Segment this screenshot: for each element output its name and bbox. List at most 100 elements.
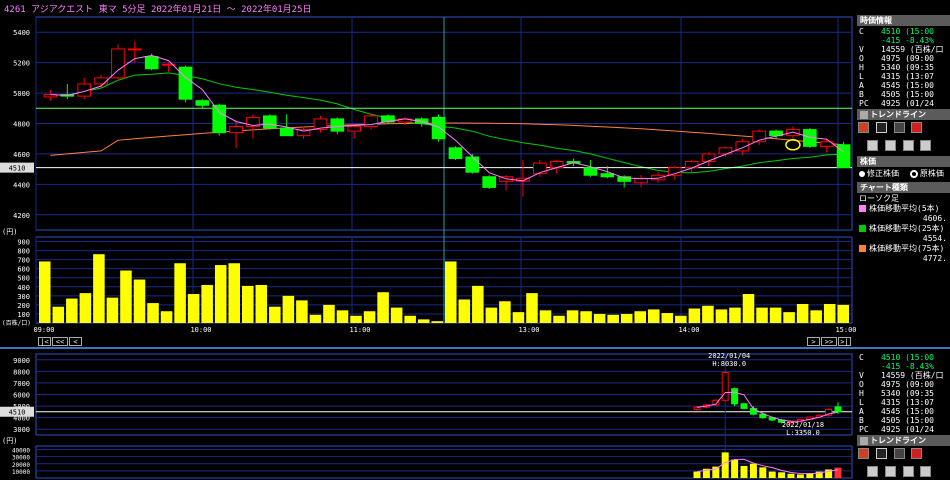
price-tick-label: 4400	[13, 181, 30, 189]
quote-value: 4505 (15:00	[881, 416, 934, 425]
lower-price-tick: 7000	[13, 380, 30, 388]
quote-row: C 4510 (15:00	[859, 353, 950, 362]
quote-row: L 4315 (13:07	[859, 398, 950, 407]
volume-bar	[417, 319, 430, 323]
lower-price-tick: 9000	[13, 357, 30, 365]
high-annotation-value: H:8030.0	[712, 360, 746, 368]
radio-adjusted-label[interactable]: 修正株価	[867, 169, 899, 178]
ma-item: 株価移動平均(75本)	[859, 244, 950, 254]
quote-value: 4510 (15:00	[881, 27, 934, 36]
quote-key: C	[859, 27, 864, 36]
nav-prev-button[interactable]: <	[69, 337, 82, 346]
volume-bar	[120, 270, 132, 323]
volume-bar	[66, 298, 78, 323]
price-tick-label: 5000	[13, 90, 30, 98]
volume-bar	[539, 310, 552, 323]
quote-value: 4505 (15:00	[881, 90, 934, 99]
volume-bar	[390, 307, 403, 323]
candle-body	[127, 48, 142, 51]
volume-tick-label: 600	[17, 266, 30, 274]
time-tick-label: 15:00	[835, 326, 856, 334]
volume-tick-label: 100	[17, 311, 30, 319]
volume-tick-label: 900	[17, 239, 30, 247]
volume-tick-label: 300	[17, 293, 30, 301]
volume-bar	[133, 279, 146, 323]
ma-item: 株価移動平均(25本)	[859, 224, 950, 234]
ma-list: 株価移動平均(5本) 4606. 株価移動平均(25本) 4554. 株価移動平均(75…	[857, 204, 950, 264]
radio-original-label[interactable]: 原株価	[920, 169, 944, 178]
trendline-header[interactable]: トレンドライン	[857, 109, 950, 120]
quote-row: A 4545 (15:00	[859, 407, 950, 416]
trend-tools-row	[857, 120, 950, 138]
shape-icon[interactable]	[893, 448, 905, 459]
pane-divider[interactable]	[0, 347, 950, 349]
ma-checkbox[interactable]	[859, 245, 866, 252]
ma-label: 株価移動平均(25本)	[869, 224, 945, 233]
volume-bar	[499, 301, 511, 323]
volume-bar	[147, 303, 159, 323]
lower-volume-bar	[721, 452, 729, 478]
volume-bar	[675, 315, 687, 323]
shape-icon[interactable]	[893, 122, 905, 133]
nav-next-button[interactable]: >	[807, 337, 820, 346]
lower-price-tick: 8000	[13, 368, 30, 376]
nav-first-button[interactable]: |<	[38, 337, 51, 346]
copy-icon[interactable]	[884, 466, 896, 477]
volume-bar	[715, 309, 728, 323]
ma-value: 4606.	[922, 214, 947, 223]
volume-tick-label: 700	[17, 257, 30, 265]
time-tick-label: 11:00	[349, 326, 370, 334]
nav-next-fast-button[interactable]: >>	[821, 337, 837, 346]
time-tick-label: 10:00	[190, 326, 211, 334]
lower-volume-bar	[740, 465, 748, 478]
volume-bar	[648, 309, 660, 323]
quote-row: PC 4925 (01/24	[859, 425, 950, 434]
ma-item: 株価移動平均(5本)	[859, 204, 950, 214]
menu-icon[interactable]	[875, 122, 887, 133]
lower-volume-tick: 30000	[12, 455, 30, 462]
quote-row: -415 -8.43%	[859, 362, 950, 371]
lower-candle-body	[731, 388, 739, 405]
intraday-chart[interactable]: 5400 5200 5000 4800 4600 4400 4200 (円)900800700…	[0, 15, 856, 337]
print-icon[interactable]	[920, 140, 932, 151]
menu-icon[interactable]	[875, 448, 887, 459]
chart-type-value[interactable]: ローソク足	[857, 193, 950, 204]
quote-key: A	[859, 81, 864, 90]
quote-value: 4510 (15:00	[881, 353, 934, 362]
quote-key: H	[859, 389, 864, 398]
lower-volume-bar	[834, 467, 842, 478]
daily-chart[interactable]: 9000800070006000500040003000(円)400003000…	[0, 350, 856, 480]
pen-icon[interactable]	[858, 448, 869, 459]
copy-icon[interactable]	[884, 140, 896, 151]
delete-icon[interactable]	[911, 122, 923, 133]
lower-trendline-header[interactable]: トレンドライン	[857, 435, 950, 446]
nav-last-button[interactable]: >|	[838, 337, 851, 346]
quote-value: 14559 (百株/口	[881, 45, 944, 54]
lower-side-panel: C 4510 (15:00 -415 -8.43% V 14559 (百株/口 O 4975…	[857, 350, 950, 480]
delete-icon[interactable]	[911, 448, 923, 459]
pen-icon[interactable]	[858, 122, 869, 133]
quote-key: PC	[859, 425, 869, 434]
ma-checkbox[interactable]	[859, 225, 866, 232]
candle-body	[532, 162, 547, 175]
radio-original[interactable]	[909, 169, 918, 178]
volume-bar	[512, 312, 525, 323]
print-icon[interactable]	[920, 466, 932, 477]
volume-bar	[458, 299, 471, 323]
nav-prev-fast-button[interactable]: <<	[52, 337, 68, 346]
ma-checkbox[interactable]	[859, 205, 866, 212]
quote-value: 4545 (15:00	[881, 81, 934, 90]
zoom-icon[interactable]	[867, 140, 878, 151]
radio-adjusted[interactable]	[859, 170, 865, 177]
volume-bar	[837, 304, 849, 323]
volume-bar	[52, 306, 65, 323]
lower-candle-body	[740, 403, 748, 409]
zoom-icon[interactable]	[867, 466, 878, 477]
ma-value: 4772.	[922, 254, 947, 263]
quote-value: 14559 (百株/口	[881, 371, 944, 380]
lower-view-tools-row	[857, 464, 950, 480]
volume-tick-label: 200	[17, 302, 30, 310]
save-icon[interactable]	[902, 140, 914, 151]
quote-row: O 4975 (09:00	[859, 54, 950, 63]
save-icon[interactable]	[902, 466, 914, 477]
